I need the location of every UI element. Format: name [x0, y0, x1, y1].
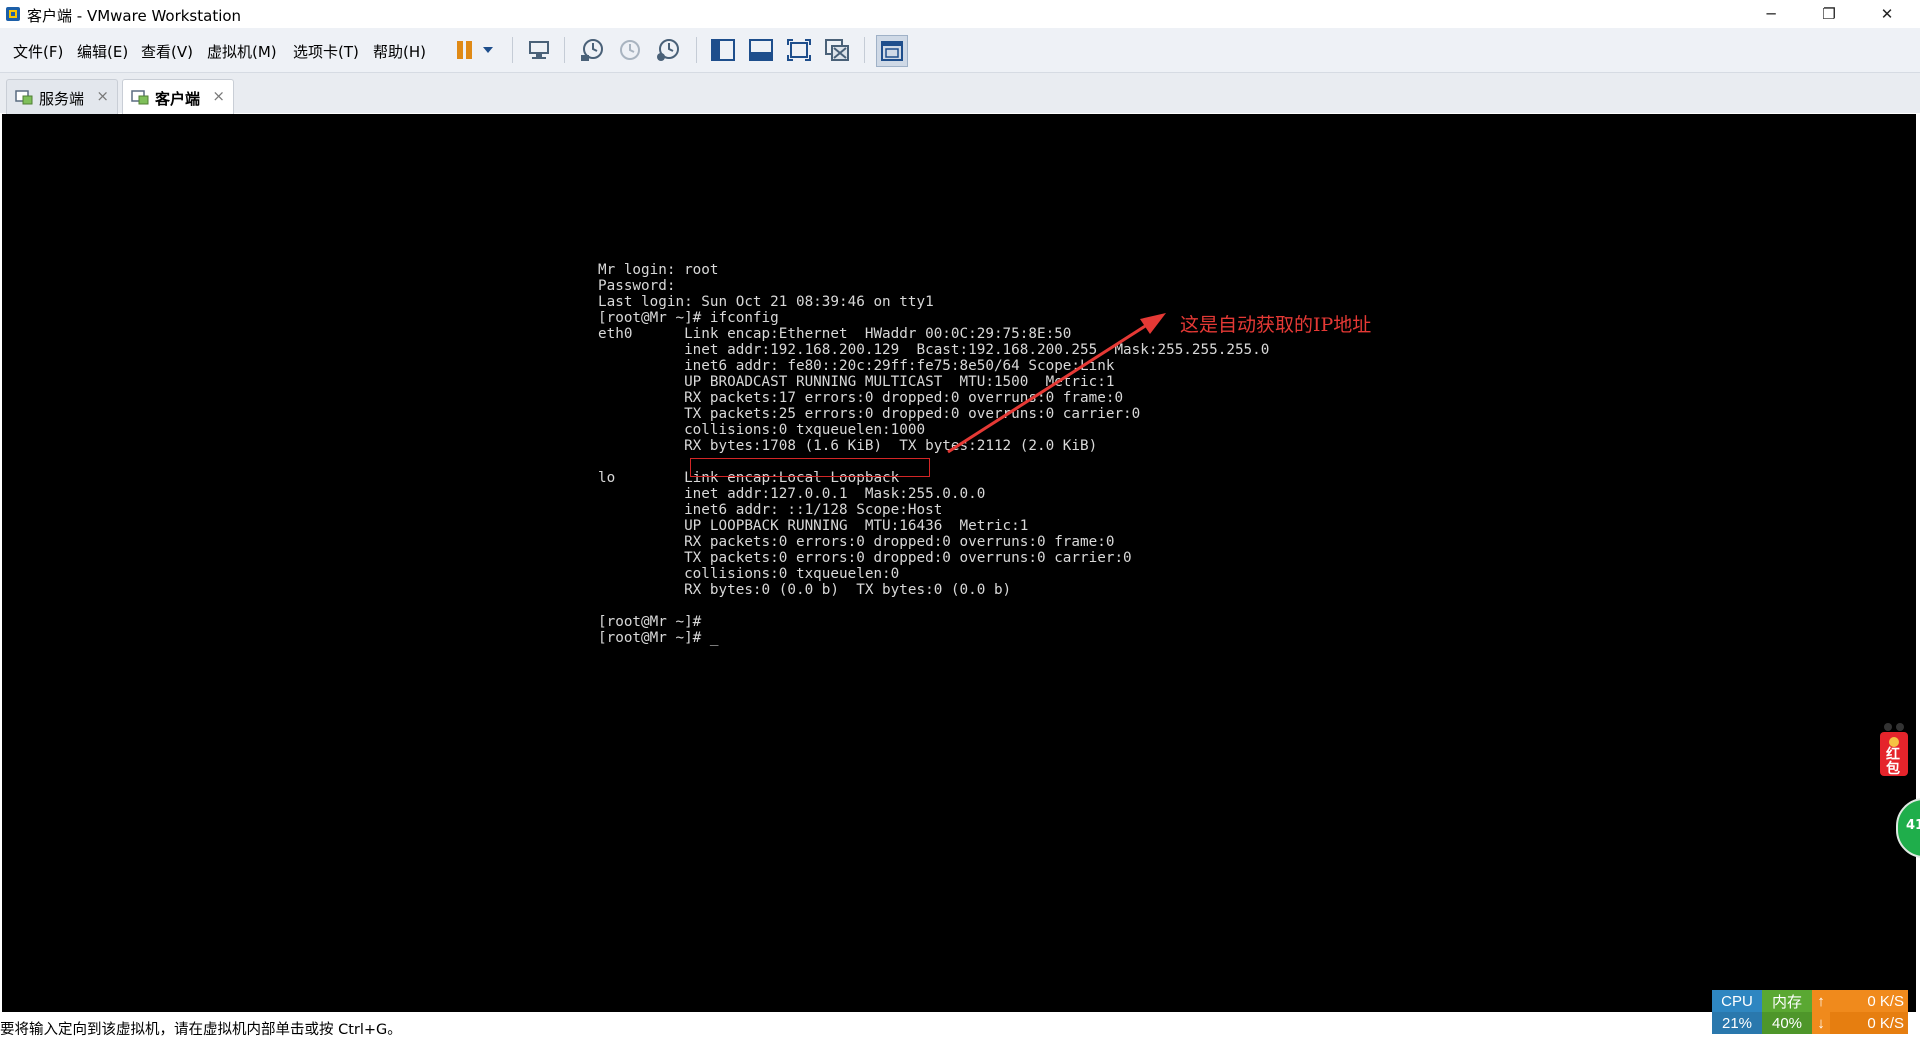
- menu-edit[interactable]: 编辑(E): [77, 41, 128, 62]
- upload-arrow-icon: ↑: [1812, 990, 1830, 1012]
- revert-snapshot-icon[interactable]: [615, 35, 645, 65]
- menu-tabs[interactable]: 选项卡(T): [293, 41, 359, 62]
- toolbar-separator: [512, 37, 513, 63]
- cpu-value: 21%: [1712, 1012, 1762, 1034]
- restore-button[interactable]: ❐: [1800, 0, 1858, 28]
- show-library-icon[interactable]: [708, 35, 738, 65]
- ip-highlight-box: [690, 458, 930, 477]
- status-message: 要将输入定向到该虚拟机，请在虚拟机内部单击或按 Ctrl+G。: [0, 1022, 402, 1038]
- menu-toolbar-bar: 文件(F) 编辑(E) 查看(V) 虚拟机(M) 选项卡(T) 帮助(H): [0, 28, 1920, 73]
- close-icon[interactable]: ×: [212, 87, 225, 105]
- full-screen-icon[interactable]: [784, 35, 814, 65]
- download-speed: 0 K/S: [1830, 1012, 1908, 1034]
- menu-vm[interactable]: 虚拟机(M): [207, 41, 277, 62]
- thumbnail-bar-icon[interactable]: [746, 35, 776, 65]
- tab-label: 客户端: [155, 90, 201, 108]
- dropdown-icon[interactable]: [478, 35, 498, 65]
- vm-tab-icon: [15, 90, 33, 105]
- window-title: 客户端 - VMware Workstation: [27, 7, 242, 25]
- unity-icon[interactable]: [822, 35, 852, 65]
- memory-value: 40%: [1762, 1012, 1812, 1034]
- tab-client[interactable]: 客户端 ×: [122, 79, 234, 115]
- menu-view[interactable]: 查看(V): [141, 41, 193, 62]
- terminal-output: Mr login: root Password: Last login: Sun…: [598, 262, 1270, 646]
- tab-bar: 服务端 × 客户端 ×: [0, 73, 1920, 115]
- toolbar-separator: [564, 37, 565, 63]
- send-ctrl-alt-del-icon[interactable]: [524, 35, 554, 65]
- upload-speed: 0 K/S: [1830, 990, 1908, 1012]
- redpacket-label: 红包: [1886, 747, 1900, 777]
- download-arrow-icon: ↓: [1812, 1012, 1830, 1034]
- menu-file[interactable]: 文件(F): [13, 41, 63, 62]
- status-bar: 要将输入定向到该虚拟机，请在虚拟机内部单击或按 Ctrl+G。: [0, 1012, 1920, 1040]
- vm-tab-icon: [131, 90, 149, 105]
- annotation-text: 这是自动获取的IP地址: [1180, 314, 1372, 336]
- vmware-app-icon: [6, 7, 20, 21]
- toolbar-separator: [864, 37, 865, 63]
- window-edge: [1916, 114, 1920, 1012]
- speed-ball-badge: 41: [1906, 818, 1920, 833]
- tab-label: 服务端: [39, 90, 85, 108]
- pause-icon[interactable]: [450, 35, 480, 65]
- minimize-button[interactable]: ─: [1742, 0, 1800, 28]
- snapshot-manager-icon[interactable]: [653, 35, 683, 65]
- close-button[interactable]: ✕: [1858, 0, 1916, 28]
- console-view-icon[interactable]: [876, 35, 908, 67]
- redpacket-widget[interactable]: 红包: [1878, 720, 1910, 778]
- menu-help[interactable]: 帮助(H): [373, 41, 426, 62]
- snapshot-icon[interactable]: [577, 35, 607, 65]
- toolbar-separator: [696, 37, 697, 63]
- close-icon[interactable]: ×: [96, 87, 109, 105]
- tab-server[interactable]: 服务端 ×: [6, 79, 118, 114]
- system-monitor[interactable]: CPU 21% 内存 40% ↑ ↓ 0 K/S 0 K/S: [1712, 990, 1908, 1034]
- memory-label: 内存: [1762, 990, 1812, 1012]
- title-bar: 客户端 - VMware Workstation ─ ❐ ✕: [0, 0, 1920, 28]
- cpu-label: CPU: [1712, 990, 1762, 1012]
